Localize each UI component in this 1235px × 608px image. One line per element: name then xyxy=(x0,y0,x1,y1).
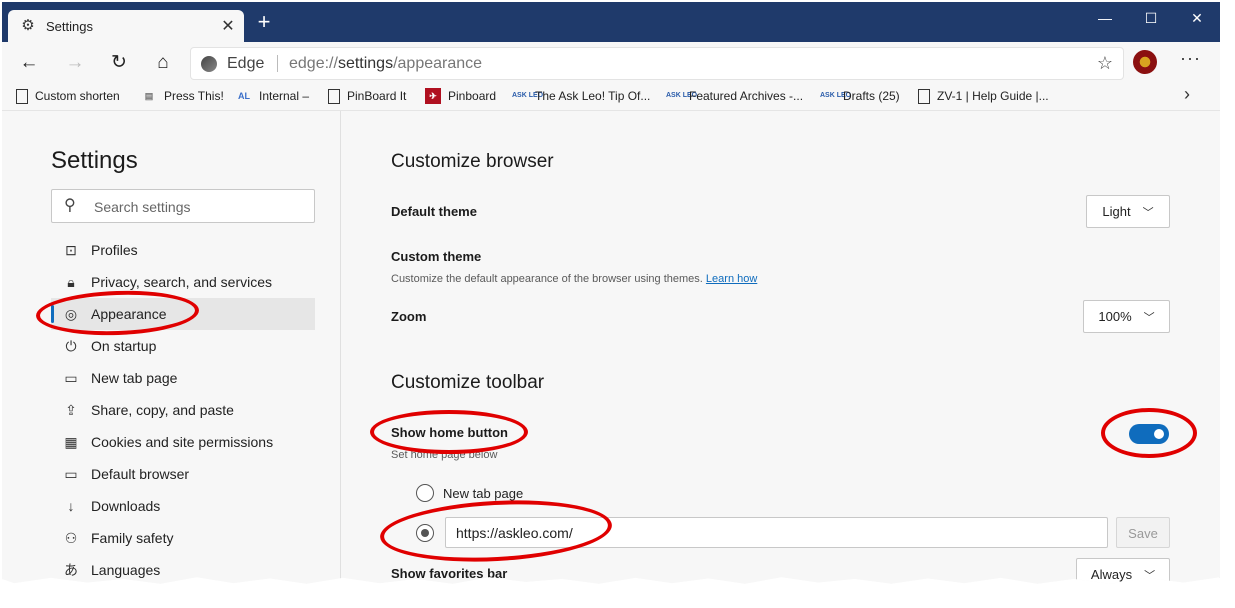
chevron-down-icon: ﹀ xyxy=(1142,206,1154,219)
favorite-item[interactable]: ZV-1 | Help Guide |... xyxy=(918,82,1049,110)
divider xyxy=(277,55,278,72)
custom-theme-label: Custom theme xyxy=(391,249,482,264)
page-icon xyxy=(918,88,930,104)
sidebar-item-share[interactable]: ⇪ Share, copy, and paste xyxy=(51,394,315,426)
sidebar-item-on-startup[interactable]: ⏻ On startup xyxy=(51,330,315,362)
show-home-description: Set home page below xyxy=(391,449,498,461)
sidebar-item-profiles[interactable]: ⊡ Profiles xyxy=(51,234,315,266)
section-title-customize-browser: Customize browser xyxy=(391,151,554,172)
press-this-icon: ▤ xyxy=(144,91,154,101)
favorite-item[interactable]: Custom shorten xyxy=(16,82,120,110)
page-icon xyxy=(16,88,28,104)
favorite-item[interactable]: ASK LEO The Ask Leo! Tip Of... xyxy=(512,82,650,110)
favorites-bar-dropdown[interactable]: Always ﹀ xyxy=(1076,558,1170,584)
ask-leo-icon: ASK LEO xyxy=(666,92,698,99)
languages-icon: あ xyxy=(64,562,78,578)
close-tab-icon[interactable]: ✕ xyxy=(218,16,238,36)
learn-how-link[interactable]: Learn how xyxy=(706,273,757,285)
power-icon: ⏻ xyxy=(65,337,77,354)
edge-logo-icon xyxy=(201,55,217,72)
gear-icon: ⚙ xyxy=(21,17,35,34)
sidebar-item-family-safety[interactable]: ⚇ Family safety xyxy=(51,522,315,554)
favorites-bar: Custom shorten ▤ Press This! AL Internal… xyxy=(2,82,1220,111)
default-theme-label: Default theme xyxy=(391,204,477,219)
search-icon: ⚲ xyxy=(64,197,76,214)
minimize-button[interactable]: — xyxy=(1082,6,1128,30)
sidebar-title: Settings xyxy=(51,147,138,174)
back-button[interactable]: ← xyxy=(16,50,42,76)
url-text[interactable]: edge://settings/appearance xyxy=(289,48,482,79)
search-input[interactable] xyxy=(92,190,306,224)
lock-icon: 🔒︎ xyxy=(67,273,75,290)
custom-theme-description: Customize the default appearance of the … xyxy=(391,273,758,285)
zoom-dropdown[interactable]: 100% ﹀ xyxy=(1083,300,1170,333)
sidebar-item-downloads[interactable]: ↓ Downloads xyxy=(51,490,315,522)
site-name: Edge xyxy=(227,54,265,72)
browser-window: ⚙ Settings ✕ + — ☐ ✕ ← → ↻ ⌂ Edge edge:/… xyxy=(2,2,1220,584)
sidebar-item-appearance[interactable]: ◎ Appearance xyxy=(51,298,315,330)
new-tab-page-option-label: New tab page xyxy=(443,486,524,501)
zoom-label: Zoom xyxy=(391,309,427,324)
settings-content: Customize browser Default theme Light ﹀ C… xyxy=(341,111,1220,584)
title-bar: ⚙ Settings ✕ + — ☐ ✕ xyxy=(2,2,1220,42)
page-icon xyxy=(328,88,340,104)
forward-button[interactable]: → xyxy=(62,50,88,76)
custom-url-radio[interactable] xyxy=(416,524,434,542)
favorite-item[interactable]: ▤ Press This! xyxy=(141,82,224,110)
profile-avatar[interactable] xyxy=(1133,50,1157,74)
ask-leo-icon: ASK LEO xyxy=(820,92,852,99)
sidebar-item-privacy[interactable]: 🔒︎ Privacy, search, and services xyxy=(51,266,315,298)
settings-sidebar: Settings ⚲ ⊡ Profiles 🔒︎ Privacy, search… xyxy=(2,111,341,584)
show-home-toggle[interactable] xyxy=(1129,424,1169,444)
close-window-button[interactable]: ✕ xyxy=(1174,6,1220,30)
address-bar[interactable]: Edge edge://settings/appearance ☆ xyxy=(190,47,1124,80)
al-biz-icon: AL xyxy=(238,91,250,101)
browser-icon: ▭ xyxy=(64,465,78,482)
favorite-item[interactable]: ASK LEO Drafts (25) xyxy=(820,82,900,110)
home-button[interactable]: ⌂ xyxy=(150,50,176,76)
chevron-right-icon[interactable]: › xyxy=(1184,84,1190,105)
sidebar-item-languages[interactable]: あ Languages xyxy=(51,554,315,584)
favorite-item[interactable]: ✈ Pinboard xyxy=(425,82,496,110)
favorite-item[interactable]: PinBoard It xyxy=(328,82,406,110)
favorite-star-icon[interactable]: ☆ xyxy=(1097,48,1113,79)
site-identity[interactable]: Edge xyxy=(201,48,264,79)
address-row: ← → ↻ ⌂ Edge edge://settings/appearance … xyxy=(2,42,1220,82)
family-icon: ⚇ xyxy=(64,529,78,546)
section-title-customize-toolbar: Customize toolbar xyxy=(391,372,545,393)
palette-icon: ◎ xyxy=(64,305,78,322)
search-box[interactable]: ⚲ xyxy=(51,189,315,224)
pinboard-icon: ✈ xyxy=(425,88,441,104)
favorite-item[interactable]: ASK LEO Featured Archives -... xyxy=(666,82,803,110)
show-favorites-bar-label: Show favorites bar xyxy=(391,566,508,581)
tab-title: Settings xyxy=(46,18,93,34)
refresh-button[interactable]: ↻ xyxy=(106,50,132,76)
profile-icon: ⊡ xyxy=(65,241,77,258)
more-menu-icon[interactable]: ··· xyxy=(1180,48,1201,69)
ask-leo-icon: ASK LEO xyxy=(512,92,544,99)
save-button[interactable]: Save xyxy=(1116,517,1170,548)
new-tab-icon: ▭ xyxy=(64,369,78,386)
share-icon: ⇪ xyxy=(65,401,77,418)
chevron-down-icon: ﹀ xyxy=(1144,569,1156,582)
sidebar-item-default-browser[interactable]: ▭ Default browser xyxy=(51,458,315,490)
settings-tab[interactable]: ⚙ Settings ✕ xyxy=(8,10,244,42)
chevron-down-icon: ﹀ xyxy=(1143,311,1155,324)
new-tab-button[interactable]: + xyxy=(254,11,274,33)
new-tab-page-radio[interactable] xyxy=(416,484,434,502)
home-url-input[interactable]: https://askleo.com/ xyxy=(445,517,1108,548)
cookies-icon: ▦ xyxy=(64,433,78,450)
maximize-button[interactable]: ☐ xyxy=(1128,6,1174,30)
show-home-button-label: Show home button xyxy=(391,425,508,440)
default-theme-dropdown[interactable]: Light ﹀ xyxy=(1086,195,1170,228)
download-icon: ↓ xyxy=(67,498,75,514)
sidebar-item-new-tab-page[interactable]: ▭ New tab page xyxy=(51,362,315,394)
favorite-item[interactable]: AL Internal – xyxy=(236,82,309,110)
sidebar-item-cookies[interactable]: ▦ Cookies and site permissions xyxy=(51,426,315,458)
